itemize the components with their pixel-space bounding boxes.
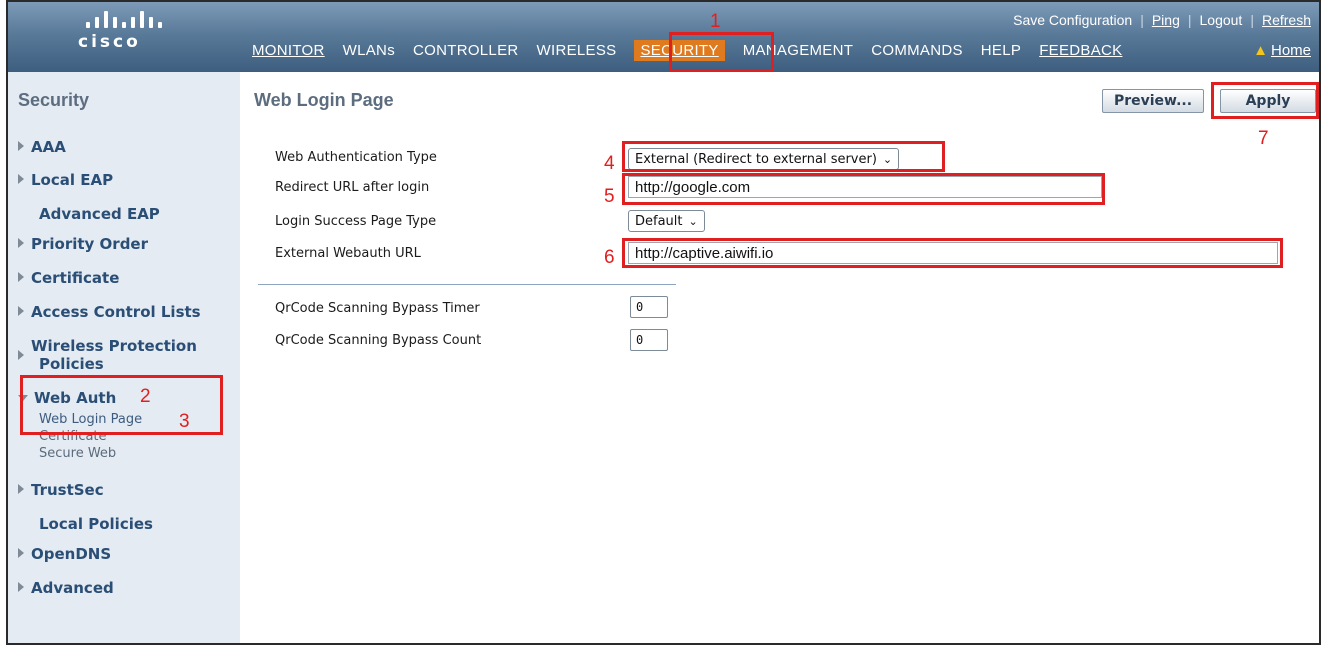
annotation-number-7: 7 <box>1258 128 1269 149</box>
caret-right-icon <box>18 547 24 558</box>
annotation-number-5: 5 <box>604 186 615 207</box>
annotation-number-6: 6 <box>604 247 615 268</box>
annotation-number-4: 4 <box>604 153 615 174</box>
cisco-bars-icon <box>86 10 188 28</box>
caret-right-icon <box>18 271 24 282</box>
section-divider <box>258 284 676 285</box>
preview-button[interactable]: Preview... <box>1102 89 1204 113</box>
cisco-logo[interactable]: cisco <box>78 10 188 52</box>
qr-timer-label: QrCode Scanning Bypass Timer <box>275 301 480 316</box>
ping-link[interactable]: Ping <box>1152 12 1180 28</box>
sidebar-item-advanced[interactable]: Advanced <box>18 579 114 597</box>
success-page-type-label: Login Success Page Type <box>275 214 437 229</box>
annotation-box-auth-type <box>622 141 945 172</box>
app-window: cisco Save Configuration | Ping | Logout… <box>6 0 1321 645</box>
nav-controller[interactable]: CONTROLLER <box>413 42 519 59</box>
sidebar-item-advanced-eap[interactable]: Advanced EAP <box>39 205 160 223</box>
annotation-box-security <box>669 32 774 72</box>
chevron-down-icon: ⌄ <box>688 214 698 228</box>
sidebar-item-trustsec[interactable]: TrustSec <box>18 481 104 499</box>
caret-right-icon <box>18 237 24 248</box>
qr-timer-input[interactable]: 0 <box>630 296 668 318</box>
sidebar-title: Security <box>18 90 90 110</box>
annotation-box-web-auth <box>20 375 223 435</box>
utility-links: Save Configuration | Ping | Logout | Ref… <box>1013 12 1311 28</box>
refresh-link[interactable]: Refresh <box>1262 12 1311 28</box>
nav-monitor[interactable]: MONITOR <box>252 42 325 59</box>
sidebar-item-certificate[interactable]: Certificate <box>18 269 119 287</box>
nav-wlans[interactable]: WLANs <box>343 42 395 59</box>
caret-right-icon <box>18 305 24 316</box>
sidebar-item-priority-order[interactable]: Priority Order <box>18 235 148 253</box>
sidebar-item-aaa[interactable]: AAA <box>18 138 66 156</box>
nav-help[interactable]: HELP <box>981 42 1021 59</box>
home-link[interactable]: ▲ Home <box>1253 42 1311 59</box>
caret-right-icon <box>18 349 24 360</box>
sidebar-subitem-secure-web[interactable]: Secure Web <box>39 446 116 461</box>
home-label: Home <box>1270 42 1311 59</box>
top-header: cisco Save Configuration | Ping | Logout… <box>8 2 1319 72</box>
sidebar-item-opendns[interactable]: OpenDNS <box>18 545 111 563</box>
annotation-number-3: 3 <box>179 411 190 432</box>
logout-link[interactable]: Logout <box>1200 12 1243 28</box>
redirect-url-label: Redirect URL after login <box>275 180 430 195</box>
sidebar-item-policies[interactable]: Policies <box>39 355 104 373</box>
annotation-number-1: 1 <box>710 11 721 32</box>
sidebar-item-local-policies[interactable]: Local Policies <box>39 515 153 533</box>
caret-right-icon <box>18 483 24 494</box>
nav-commands[interactable]: COMMANDS <box>871 42 963 59</box>
annotation-box-redirect-url <box>622 173 1105 205</box>
caret-right-icon <box>18 173 24 184</box>
sidebar-item-wireless-protection[interactable]: Wireless Protection <box>18 337 197 360</box>
caret-right-icon <box>18 581 24 592</box>
sidebar: Security AAA Local EAP Advanced EAP Prio… <box>8 72 240 643</box>
qr-count-label: QrCode Scanning Bypass Count <box>275 333 482 348</box>
caret-right-icon <box>18 140 24 151</box>
brand-name: cisco <box>78 32 141 52</box>
success-page-type-value: Default <box>635 213 683 229</box>
annotation-number-2: 2 <box>140 386 151 407</box>
home-icon: ▲ <box>1253 42 1268 59</box>
annotation-box-external-url <box>622 238 1283 268</box>
sidebar-item-access-control-lists[interactable]: Access Control Lists <box>18 303 201 321</box>
annotation-box-apply <box>1211 82 1319 119</box>
external-webauth-url-label: External Webauth URL <box>275 246 421 261</box>
qr-count-input[interactable]: 0 <box>630 329 668 351</box>
sidebar-item-local-eap[interactable]: Local EAP <box>18 171 113 189</box>
page-title: Web Login Page <box>254 90 394 110</box>
save-configuration-link[interactable]: Save Configuration <box>1013 12 1132 28</box>
auth-type-label: Web Authentication Type <box>275 150 437 165</box>
success-page-type-select[interactable]: Default ⌄ <box>628 210 705 232</box>
nav-wireless[interactable]: WIRELESS <box>537 42 617 59</box>
nav-feedback[interactable]: FEEDBACK <box>1039 42 1122 59</box>
